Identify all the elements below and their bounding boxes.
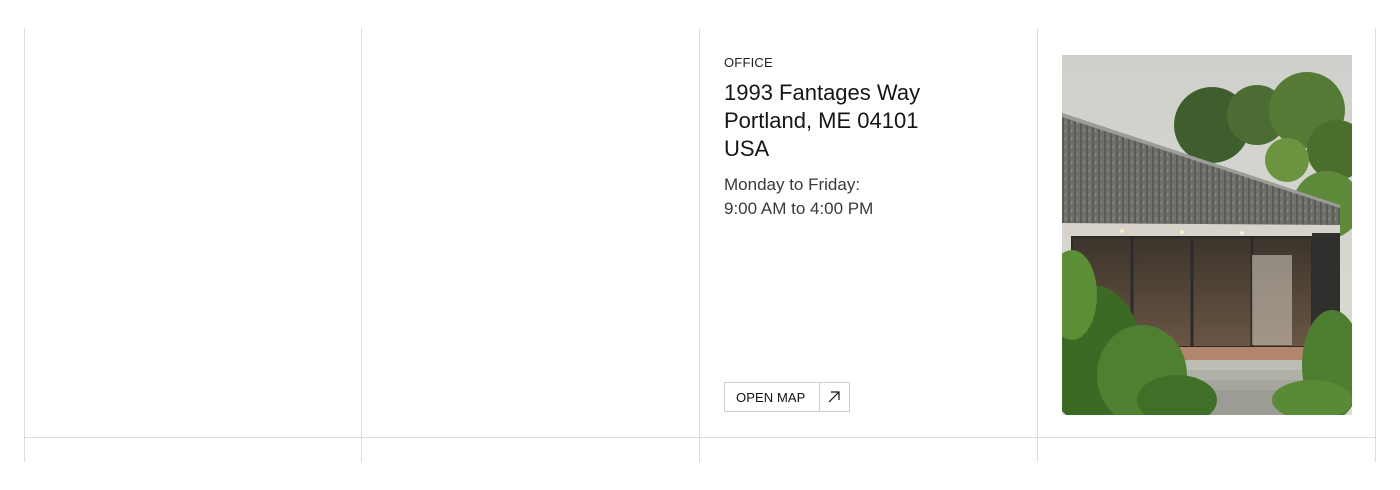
office-eyebrow: OFFICE — [724, 55, 773, 70]
grid-divider — [24, 437, 1376, 438]
grid-divider — [24, 28, 25, 462]
office-address: 1993 Fantages Way Portland, ME 04101 USA — [724, 79, 920, 163]
office-hours: Monday to Friday: 9:00 AM to 4:00 PM — [724, 173, 873, 221]
open-map-label: OPEN MAP — [736, 389, 806, 405]
arrow-up-right-icon — [818, 382, 849, 412]
office-section: OFFICE 1993 Fantages Way Portland, ME 04… — [724, 28, 1037, 437]
hours-line: 9:00 AM to 4:00 PM — [724, 199, 874, 218]
grid-divider — [1375, 28, 1376, 462]
address-line: USA — [724, 136, 770, 161]
address-line: Portland, ME 04101 — [724, 108, 919, 133]
modern-house-photo — [1062, 55, 1352, 415]
hours-line: Monday to Friday: — [724, 175, 861, 194]
grid-divider — [1037, 28, 1038, 462]
open-map-button[interactable]: OPEN MAP — [724, 382, 850, 412]
grid-divider — [361, 28, 362, 462]
address-line: 1993 Fantages Way — [724, 80, 921, 105]
grid-divider — [699, 28, 700, 462]
